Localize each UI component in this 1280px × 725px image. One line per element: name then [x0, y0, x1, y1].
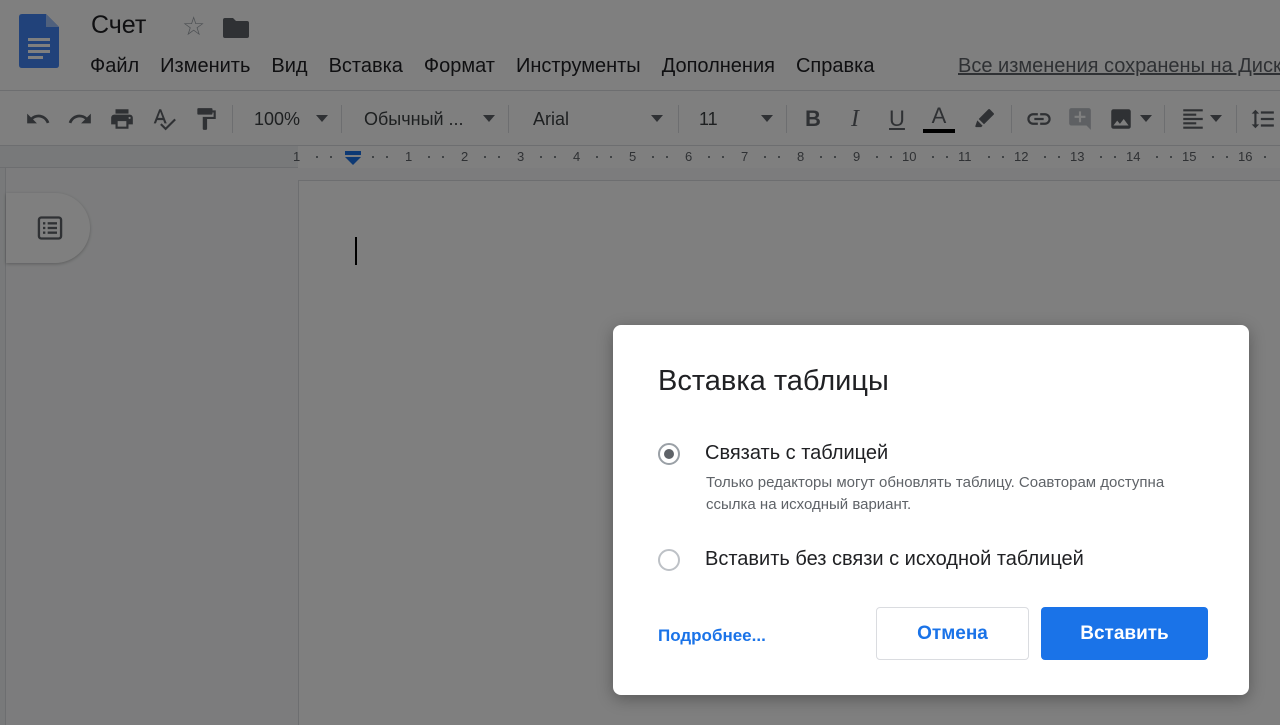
unlinked-radio[interactable] [658, 549, 680, 571]
insert-button[interactable]: Вставить [1041, 607, 1208, 660]
learn-more-link[interactable]: Подробнее... [658, 625, 766, 647]
link-table-radio[interactable] [658, 443, 680, 465]
insert-table-dialog: Вставка таблицы Связать с таблицей Тольк… [613, 325, 1249, 695]
cancel-button[interactable]: Отмена [876, 607, 1029, 660]
dialog-title: Вставка таблицы [658, 365, 889, 397]
unlinked-label[interactable]: Вставить без связи с исходной таблицей [705, 546, 1084, 572]
link-table-label[interactable]: Связать с таблицей [705, 440, 888, 466]
link-table-description: Только редакторы могут обновлять таблицу… [706, 474, 1165, 513]
